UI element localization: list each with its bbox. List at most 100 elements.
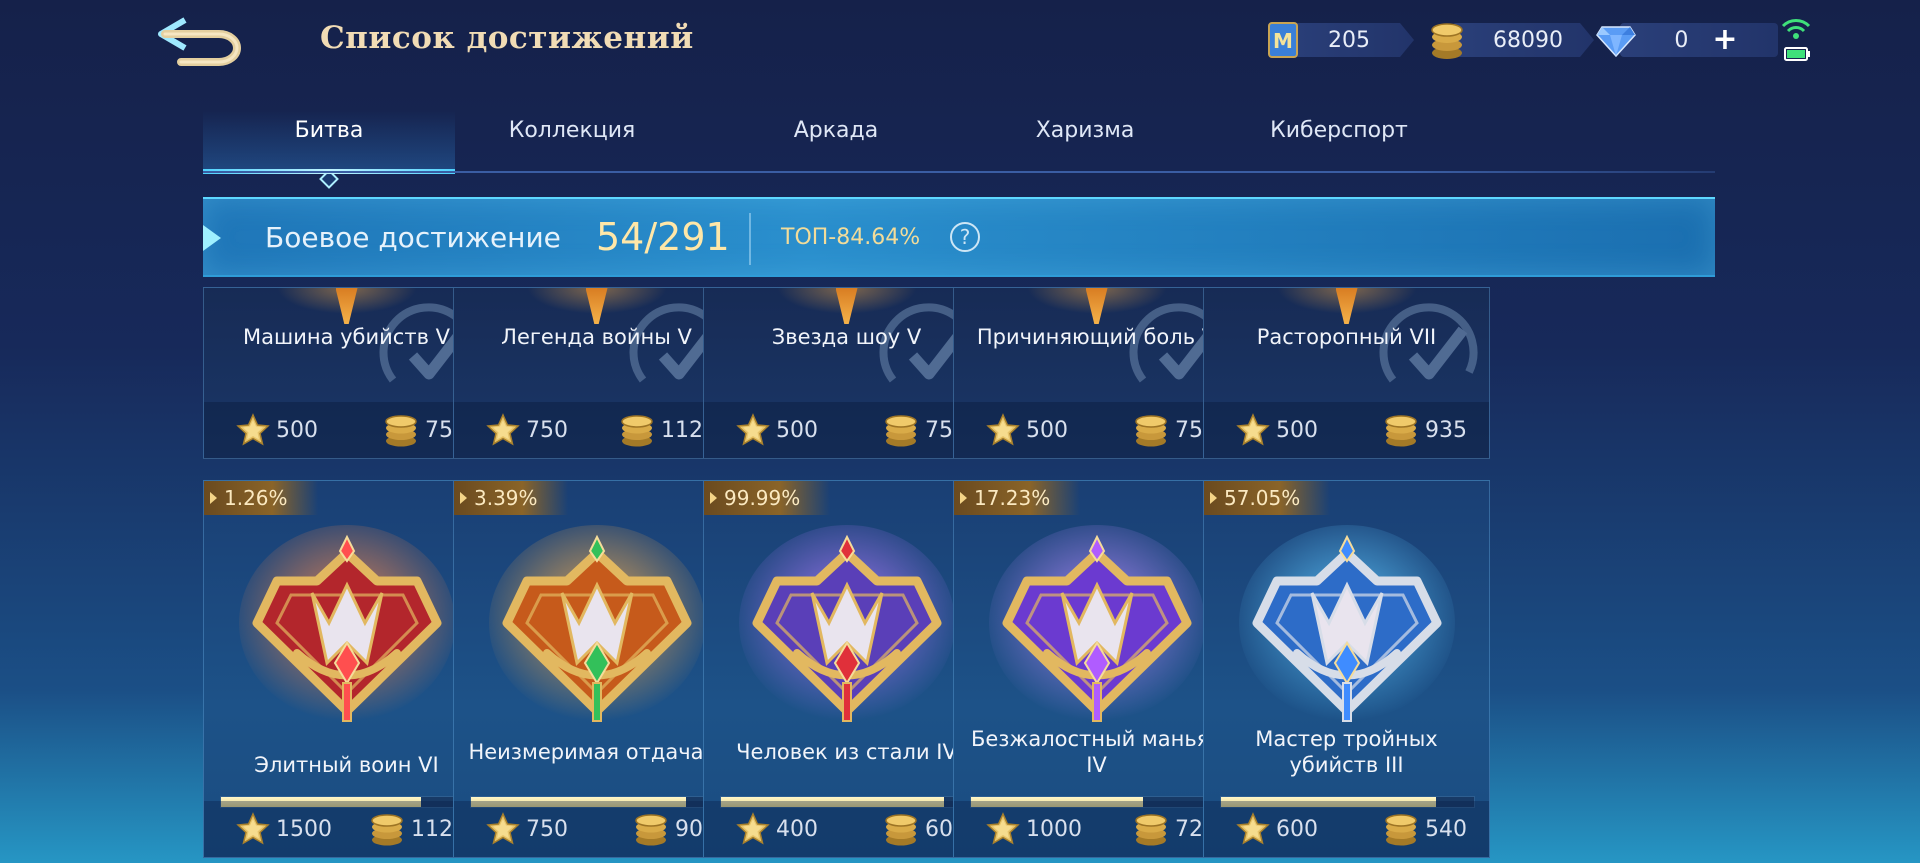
reward-row: 400 600 — [704, 801, 989, 857]
achievement-name: Расторопный VII — [1256, 325, 1437, 349]
banner-arrow-icon — [203, 225, 221, 251]
coin-reward: 935 — [1383, 412, 1467, 448]
coin-counter: 68090 — [1430, 22, 1594, 59]
coin-stack-icon — [635, 814, 667, 846]
tab-battle[interactable]: Битва — [203, 110, 455, 189]
star-reward: 750 — [526, 417, 568, 443]
achievement-name: Человек из стали IV — [736, 740, 957, 764]
m-ticket-icon: M — [1268, 22, 1298, 58]
wifi-icon — [1781, 19, 1811, 39]
achievement-emblem-icon — [489, 525, 705, 722]
tab-charisma[interactable]: Харизма — [959, 110, 1211, 174]
coin-stack-icon — [1135, 415, 1167, 447]
star-icon — [1236, 812, 1270, 845]
reward-row: 500 750 — [704, 402, 989, 458]
svg-text:M: M — [1273, 29, 1293, 53]
check-mark-icon — [1379, 303, 1478, 383]
star-icon — [236, 812, 270, 845]
ticket-count: 205 — [1328, 27, 1370, 53]
tab-label: Аркада — [793, 118, 879, 143]
star-icon — [486, 413, 520, 446]
achievement-name: Причиняющий боль V — [976, 325, 1217, 349]
status-indicators — [1781, 19, 1811, 61]
achievement-card[interactable]: 99.99% Человек из стали IV 400 600 — [703, 480, 990, 858]
battery-icon — [1784, 47, 1810, 61]
completion-rate-badge: 99.99% — [704, 481, 831, 515]
coin-stack-icon — [621, 415, 653, 447]
completion-rate-badge: 57.05% — [1204, 481, 1331, 515]
achievement-name: Элитный воин VI — [254, 753, 439, 777]
coin-stack-icon — [1431, 23, 1463, 59]
tab-collection[interactable]: Коллекция — [446, 110, 698, 174]
coin-stack-icon — [885, 415, 917, 447]
completion-rate-badge: 1.26% — [204, 481, 318, 515]
coin-reward-value: 540 — [1425, 816, 1467, 842]
coin-reward: 540 — [1383, 811, 1467, 847]
achievement-card-completed[interactable]: Легенда войны V 750 1125 — [453, 287, 740, 459]
plus-icon[interactable]: + — [1712, 25, 1737, 55]
achievement-summary-banner: Боевое достижение 54/291 ТОП-84.64% ? — [203, 197, 1715, 277]
back-arrow-icon[interactable] — [155, 14, 247, 66]
achievement-name: Звезда шоу V — [771, 325, 922, 349]
star-reward: 1000 — [1026, 816, 1082, 842]
coin-count: 68090 — [1493, 27, 1563, 53]
reward-row: 500 750 — [204, 402, 489, 458]
achievement-card-completed[interactable]: Машина убийств V 500 750 — [203, 287, 490, 459]
question-icon[interactable]: ? — [950, 222, 980, 252]
achievement-emblem-icon — [239, 525, 455, 722]
achievement-emblem-icon — [739, 525, 955, 722]
page-title: Список достижений — [320, 20, 694, 56]
summary-label: Боевое достижение — [265, 221, 561, 254]
achievement-name: Неизмеримая отдача V — [468, 740, 725, 764]
reward-row: 1500 1125 — [204, 801, 489, 857]
banner-divider — [749, 213, 751, 265]
achievement-card-completed[interactable]: Расторопный VII 500 935 — [1203, 287, 1490, 459]
reward-row: 500 935 — [1204, 402, 1489, 458]
star-reward: 500 — [276, 417, 318, 443]
star-reward: 750 — [526, 816, 568, 842]
star-icon — [486, 812, 520, 845]
star-icon — [236, 413, 270, 446]
achievement-name: Мастер тройных убийств III — [1255, 727, 1438, 777]
star-reward: 500 — [776, 417, 818, 443]
tab-label: Коллекция — [508, 118, 636, 143]
achievement-card-completed[interactable]: Причиняющий боль V 500 750 — [953, 287, 1240, 459]
achievement-card[interactable]: 17.23% Безжалостный маньяк IV 1000 720 — [953, 480, 1240, 858]
star-icon — [986, 812, 1020, 845]
coin-stack-icon — [1385, 814, 1417, 846]
achievement-grid: Машина убийств V 500 750 Легенда войны V 750… — [203, 287, 1715, 863]
achievement-name: Машина убийств V — [243, 325, 450, 349]
reward-row: 600 540 — [1204, 801, 1489, 857]
coin-stack-icon — [371, 814, 403, 846]
diamond-count: 0 — [1674, 27, 1689, 53]
achievement-card-completed[interactable]: Звезда шоу V 500 750 — [703, 287, 990, 459]
tab-arcade[interactable]: Аркада — [710, 110, 962, 174]
star-icon — [986, 413, 1020, 446]
reward-row: 750 1125 — [454, 402, 739, 458]
tab-label: Битва — [294, 118, 364, 143]
achievement-card[interactable]: 57.05% Мастер тройных убийств III 600 540 — [1203, 480, 1490, 858]
achievement-card[interactable]: 3.39% Неизмеримая отдача V 750 900 — [453, 480, 740, 858]
achievement-name: Легенда войны V — [501, 325, 692, 349]
reward-row: 1000 720 — [954, 801, 1239, 857]
star-icon — [736, 413, 770, 446]
completion-rate-badge: 17.23% — [954, 481, 1081, 515]
completion-rate-badge: 3.39% — [454, 481, 568, 515]
achievement-emblem-icon — [1239, 525, 1455, 722]
achievement-emblem-icon — [989, 525, 1205, 722]
achievement-card[interactable]: 1.26% Элитный воин VI 1500 1125 — [203, 480, 490, 858]
active-tab-indicator — [319, 169, 339, 189]
diamond-icon — [1596, 26, 1636, 57]
category-tabs: Битва Коллекция Аркада Харизма Киберспор… — [203, 110, 1715, 189]
coin-stack-icon — [1135, 814, 1167, 846]
diamond-counter[interactable]: 0 + — [1596, 22, 1778, 58]
star-icon — [1236, 413, 1270, 446]
star-icon — [736, 812, 770, 845]
star-reward: 500 — [1026, 417, 1068, 443]
star-reward: 600 — [1276, 816, 1318, 842]
tab-label: Харизма — [1035, 118, 1135, 143]
star-reward: 500 — [1276, 417, 1318, 443]
top-bar: Список достижений M 205 68090 0 + — [0, 0, 1920, 90]
star-reward: 1500 — [276, 816, 332, 842]
tab-esports[interactable]: Киберспорт — [1213, 110, 1465, 174]
